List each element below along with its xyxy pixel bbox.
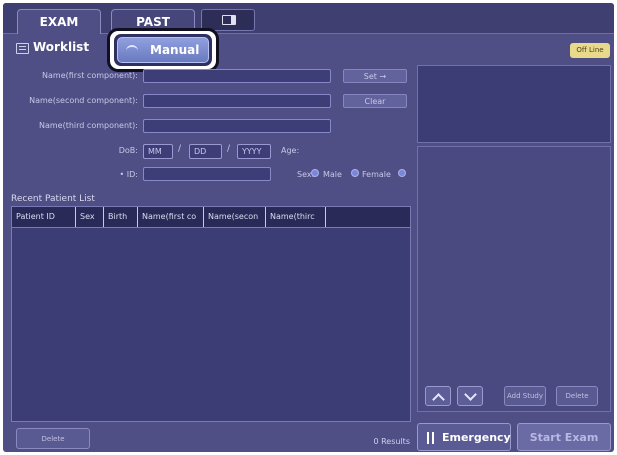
col-sex[interactable]: Sex	[76, 207, 104, 227]
chevron-up-icon	[432, 393, 445, 406]
sex-male-label: Male	[323, 170, 342, 179]
table-header: Patient ID Sex Birth Name(first co Name(…	[12, 207, 410, 228]
dob-slash-1: /	[178, 144, 182, 154]
dob-day-input[interactable]: DD	[189, 144, 222, 159]
name-third-input[interactable]	[143, 119, 331, 133]
sex-female-label: Female	[362, 170, 391, 179]
name-second-label: Name(second component):	[29, 96, 138, 105]
add-study-button[interactable]: Add Study	[504, 386, 546, 406]
emergency-button[interactable]: Emergency	[417, 423, 511, 451]
col-patient-id[interactable]: Patient ID	[12, 207, 76, 227]
results-count: 0 Results	[373, 437, 410, 446]
clear-button[interactable]: Clear	[343, 94, 407, 108]
study-list-panel[interactable]	[417, 146, 611, 412]
card-icon	[222, 15, 236, 25]
study-delete-button[interactable]: Delete	[556, 386, 598, 406]
dob-label: DoB:	[118, 146, 138, 155]
col-name-third[interactable]: Name(thirc	[266, 207, 326, 227]
dob-year-input[interactable]: YYYY	[237, 144, 271, 159]
tab-exam[interactable]: EXAM	[17, 9, 101, 34]
age-label: Age:	[281, 146, 300, 155]
recent-patient-list-title: Recent Patient List	[11, 194, 95, 204]
radio-other[interactable]	[398, 169, 406, 177]
offline-badge: Off Line	[570, 43, 610, 58]
app-screen: EXAM PAST Worklist Manual Off Line Name(…	[3, 3, 614, 452]
worklist-icon[interactable]	[16, 43, 29, 54]
radio-female[interactable]	[351, 169, 359, 177]
col-name-first[interactable]: Name(first co	[138, 207, 204, 227]
emergency-icon	[427, 432, 429, 444]
manual-label: Manual	[150, 43, 200, 57]
col-name-second[interactable]: Name(secon	[204, 207, 266, 227]
emergency-label: Emergency	[442, 431, 511, 444]
name-first-input[interactable]	[143, 69, 331, 83]
name-first-label: Name(first component):	[42, 71, 138, 80]
start-exam-button[interactable]: Start Exam	[517, 423, 611, 451]
set-button[interactable]: Set →	[343, 69, 407, 83]
move-up-button[interactable]	[425, 386, 451, 406]
manual-highlight: Manual	[107, 28, 219, 72]
id-label: • ID:	[119, 170, 138, 179]
col-birth[interactable]: Birth	[104, 207, 138, 227]
patient-info-panel	[417, 65, 611, 143]
dob-slash-2: /	[227, 144, 231, 154]
worklist-button[interactable]: Worklist	[33, 40, 89, 54]
chevron-down-icon	[464, 388, 477, 401]
name-third-label: Name(third component):	[39, 121, 138, 130]
recent-patient-table[interactable]: Patient ID Sex Birth Name(first co Name(…	[11, 206, 411, 422]
hand-icon	[126, 45, 138, 55]
top-tab-bar: EXAM PAST	[3, 3, 614, 34]
name-second-input[interactable]	[143, 94, 331, 108]
move-down-button[interactable]	[457, 386, 483, 406]
delete-patient-button[interactable]: Delete	[16, 428, 90, 449]
manual-button[interactable]: Manual	[117, 37, 209, 63]
radio-male[interactable]	[311, 169, 319, 177]
manual-frame: Manual	[114, 34, 212, 66]
dob-month-input[interactable]: MM	[143, 144, 173, 159]
id-input[interactable]	[143, 167, 271, 181]
